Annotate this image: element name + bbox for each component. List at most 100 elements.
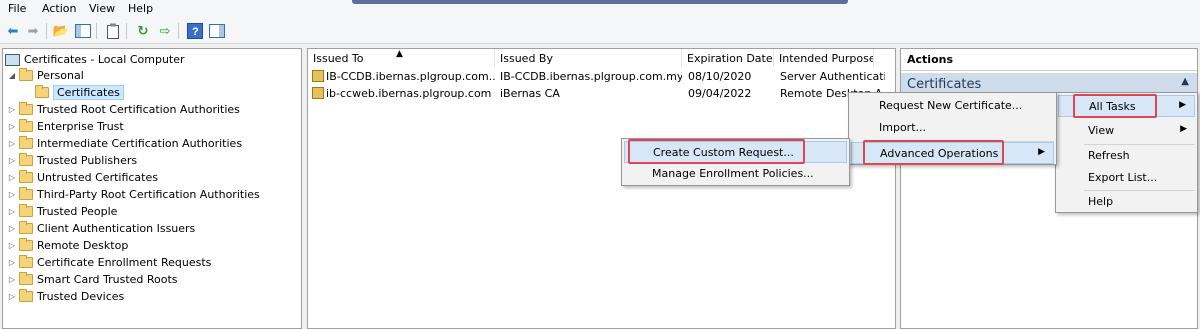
refresh-icon[interactable]: ↻ xyxy=(134,22,152,40)
menu-item-view[interactable]: View ▶ xyxy=(1058,120,1195,142)
tree-item[interactable]: ▷ Remote Desktop xyxy=(7,237,128,254)
table-row[interactable]: IB-CCDB.ibernas.plgroup.com.... IB-CCDB.… xyxy=(308,69,895,85)
column-header-expiration-date[interactable]: Expiration Date xyxy=(682,49,774,67)
collapsed-arrow-icon[interactable]: ▷ xyxy=(7,105,17,114)
back-arrow-icon[interactable]: ⬅ xyxy=(4,22,22,40)
window-title-strip xyxy=(352,0,848,4)
forward-arrow-icon[interactable]: ➡ xyxy=(24,22,42,40)
folder-icon xyxy=(35,85,49,98)
cell-issued-by: IB-CCDB.ibernas.plgroup.com.my xyxy=(500,70,682,83)
tree-item-label: Certificates xyxy=(53,85,124,100)
tree-item[interactable]: ▷ Trusted People xyxy=(7,203,117,220)
menu-item-label: Advanced Operations xyxy=(880,147,999,160)
menu-item-manage-enrollment-policies[interactable]: Manage Enrollment Policies... xyxy=(624,163,847,185)
folder-icon xyxy=(19,204,33,217)
submenu-arrow-icon: ▶ xyxy=(1180,124,1187,134)
collapsed-arrow-icon[interactable]: ▷ xyxy=(7,224,17,233)
menu-item-label: Create Custom Request... xyxy=(653,146,794,159)
cell-issued-to: ib-ccweb.ibernas.plgroup.com xyxy=(312,87,495,100)
column-header-label: Issued By xyxy=(500,52,553,65)
menu-file[interactable]: File xyxy=(8,2,26,15)
collapsed-arrow-icon[interactable]: ▷ xyxy=(7,139,17,148)
folder-icon xyxy=(19,255,33,268)
folder-icon xyxy=(19,102,33,115)
menu-item-all-tasks[interactable]: All Tasks ▶ xyxy=(1058,95,1195,117)
toolbar: ⬅ ➡ 📂 ↻ ⇨ ? xyxy=(0,18,1200,44)
cell-text: ib-ccweb.ibernas.plgroup.com xyxy=(326,87,492,100)
folder-icon xyxy=(19,153,33,166)
column-header-issued-by[interactable]: Issued By xyxy=(495,49,682,67)
folder-icon xyxy=(19,238,33,251)
collapsed-arrow-icon[interactable]: ▷ xyxy=(7,122,17,131)
cell-issued-to: IB-CCDB.ibernas.plgroup.com.... xyxy=(312,70,495,83)
tree-item[interactable]: ▷ Intermediate Certification Authorities xyxy=(7,135,242,152)
menu-item-label: Import... xyxy=(879,121,926,134)
actions-section-label: Certificates xyxy=(907,77,982,92)
menu-item-help[interactable]: Help xyxy=(1058,191,1195,213)
tree-item[interactable]: ▷ Trusted Devices xyxy=(7,288,124,305)
console-tree-pane: Certificates - Local Computer ◢ Personal… xyxy=(2,48,302,329)
menu-view[interactable]: View xyxy=(89,2,115,15)
collapsed-arrow-icon[interactable]: ▷ xyxy=(7,241,17,250)
tree-item-certificates[interactable]: Certificates xyxy=(33,84,124,101)
export-icon[interactable]: ⇨ xyxy=(156,22,174,40)
collapsed-arrow-icon[interactable]: ▷ xyxy=(7,292,17,301)
show-action-pane-icon[interactable] xyxy=(208,22,226,40)
cell-purposes: Server Authenticati... xyxy=(780,70,885,83)
tree-item-label: Remote Desktop xyxy=(37,239,129,252)
cell-issued-by: iBernas CA xyxy=(500,87,560,100)
tree-item[interactable]: ▷ Smart Card Trusted Roots xyxy=(7,271,178,288)
tree-item-label: Trusted Publishers xyxy=(37,154,138,167)
tree-item-label: Trusted People xyxy=(37,205,118,218)
context-menu-advanced-operations: Create Custom Request... Manage Enrollme… xyxy=(621,138,850,186)
collapsed-arrow-icon[interactable]: ▷ xyxy=(7,190,17,199)
menu-item-export-list[interactable]: Export List... xyxy=(1058,167,1195,189)
tree-item-label: Smart Card Trusted Roots xyxy=(37,273,178,286)
svg-text:?: ? xyxy=(192,26,199,38)
help-icon[interactable]: ? xyxy=(186,22,204,40)
menu-item-label: Help xyxy=(1088,195,1114,208)
column-header-issued-to[interactable]: Issued To ▲ xyxy=(308,49,495,67)
collapsed-arrow-icon[interactable]: ▷ xyxy=(7,156,17,165)
collapsed-arrow-icon[interactable]: ▷ xyxy=(7,275,17,284)
sort-ascending-icon: ▲ xyxy=(396,49,403,59)
submenu-arrow-icon: ▶ xyxy=(1038,147,1045,157)
tree-item[interactable]: ▷ Client Authentication Issuers xyxy=(7,220,195,237)
tree-item[interactable]: ▷ Untrusted Certificates xyxy=(7,169,158,186)
collapsed-arrow-icon[interactable]: ▷ xyxy=(7,173,17,182)
menu-item-request-new-certificate[interactable]: Request New Certificate... xyxy=(851,95,1054,117)
folder-open-icon xyxy=(19,68,33,81)
folder-icon xyxy=(19,289,33,302)
tree-item-label: Trusted Root Certification Authorities xyxy=(37,103,240,116)
table-row[interactable]: ib-ccweb.ibernas.plgroup.com iBernas CA … xyxy=(308,86,895,102)
tree-item[interactable]: ▷ Trusted Root Certification Authorities xyxy=(7,101,240,118)
menu-help[interactable]: Help xyxy=(128,2,153,15)
tree-root[interactable]: Certificates - Local Computer xyxy=(5,51,185,68)
menu-item-create-custom-request[interactable]: Create Custom Request... xyxy=(624,141,847,163)
tree-root-label: Certificates - Local Computer xyxy=(24,53,185,66)
menu-action[interactable]: Action xyxy=(42,2,76,15)
toolbar-separator xyxy=(126,23,127,39)
menu-item-advanced-operations[interactable]: Advanced Operations ▶ xyxy=(851,142,1054,164)
folder-icon xyxy=(19,187,33,200)
collapsed-arrow-icon[interactable]: ▷ xyxy=(7,258,17,267)
show-tree-icon[interactable] xyxy=(74,22,92,40)
certificate-icon xyxy=(312,87,324,99)
tree-item[interactable]: ▷ Certificate Enrollment Requests xyxy=(7,254,211,271)
up-folder-icon[interactable]: 📂 xyxy=(52,22,70,40)
menu-item-label: View xyxy=(1088,124,1115,137)
tree-item[interactable]: ▷ Enterprise Trust xyxy=(7,118,124,135)
tree-item[interactable]: ▷ Third-Party Root Certification Authorit… xyxy=(7,186,260,203)
tree-item-personal[interactable]: ◢ Personal xyxy=(7,67,84,84)
column-header-label: Issued To xyxy=(313,52,364,65)
column-header-intended-purposes[interactable]: Intended Purposes xyxy=(774,49,874,67)
expanded-arrow-icon[interactable]: ◢ xyxy=(7,71,17,80)
tree-item[interactable]: ▷ Trusted Publishers xyxy=(7,152,137,169)
collapse-caret-icon[interactable]: ▲ xyxy=(1181,76,1189,87)
menu-item-refresh[interactable]: Refresh xyxy=(1058,145,1195,167)
tree-item-label: Personal xyxy=(37,69,84,82)
properties-icon[interactable] xyxy=(104,22,122,40)
collapsed-arrow-icon[interactable]: ▷ xyxy=(7,207,17,216)
menu-item-import[interactable]: Import... xyxy=(851,117,1054,139)
menu-item-label: Export List... xyxy=(1088,171,1158,184)
